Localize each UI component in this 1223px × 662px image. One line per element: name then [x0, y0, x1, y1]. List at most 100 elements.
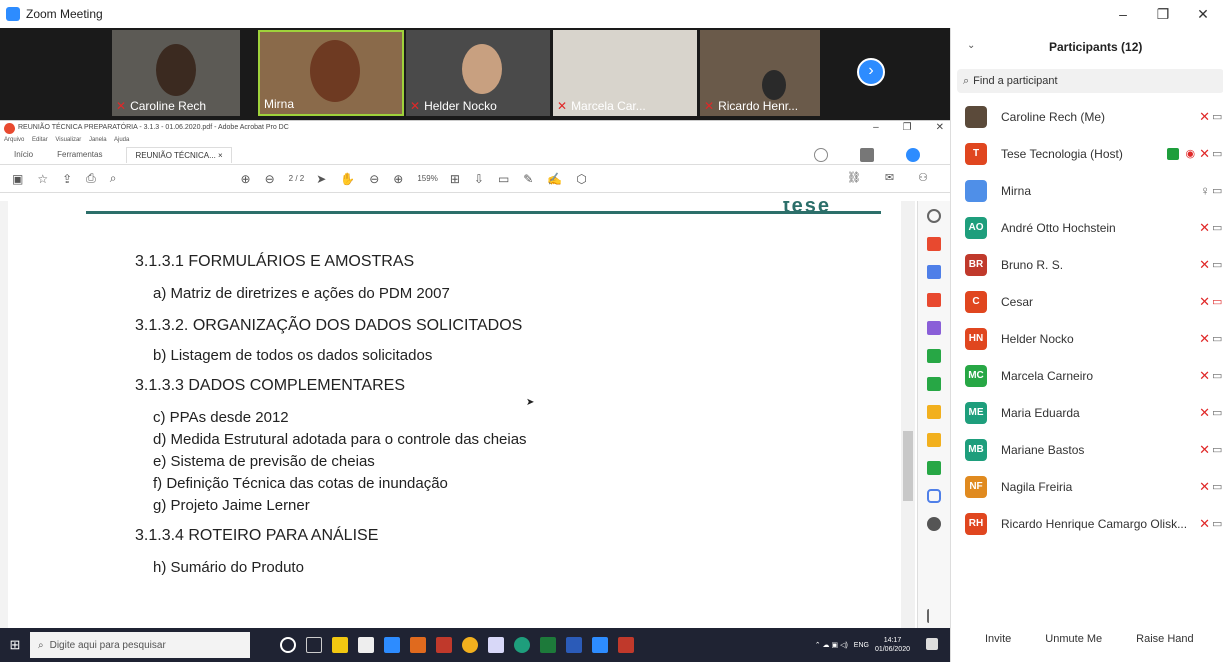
- fill-sign-icon[interactable]: [927, 321, 941, 335]
- protect-icon[interactable]: [927, 489, 941, 503]
- combine-files-icon[interactable]: [927, 405, 941, 419]
- zoom-out-icon[interactable]: ⊖: [369, 172, 379, 186]
- participant-row[interactable]: ME Maria Eduarda ✕ ▭: [965, 394, 1223, 431]
- menu-janela[interactable]: Janela: [89, 137, 107, 143]
- acrobat-close-icon[interactable]: ✕: [936, 122, 944, 133]
- page-indicator[interactable]: 2 / 2: [289, 174, 305, 183]
- create-pdf-icon[interactable]: [927, 237, 941, 251]
- more-tools-icon[interactable]: [927, 517, 941, 531]
- scrollbar-thumb[interactable]: [903, 431, 913, 501]
- invite-button[interactable]: Invite: [985, 633, 1011, 645]
- raise-hand-button[interactable]: Raise Hand: [1136, 633, 1193, 645]
- left-panel-handle[interactable]: [0, 201, 8, 629]
- video-tile[interactable]: ✕ Ricardo Henr...: [700, 30, 820, 116]
- close-button[interactable]: ✕: [1183, 0, 1223, 28]
- task-view-icon[interactable]: [306, 637, 322, 653]
- next-page-button[interactable]: ›: [857, 58, 885, 86]
- edit-pdf-icon[interactable]: [927, 293, 941, 307]
- expand-panel-icon[interactable]: [927, 609, 941, 623]
- menu-editar[interactable]: Editar: [32, 137, 48, 143]
- video-tile-active-speaker[interactable]: Mirna: [258, 30, 404, 116]
- zoom-tool-icon[interactable]: [927, 209, 941, 223]
- participant-row[interactable]: Mirna ♀ ▭: [965, 172, 1223, 209]
- zoom-taskbar-icon[interactable]: [592, 637, 608, 653]
- language-indicator[interactable]: ENG: [854, 642, 869, 649]
- windows-start-icon[interactable]: ⊞: [0, 637, 30, 653]
- app-icon[interactable]: [410, 637, 426, 653]
- hand-tool-icon[interactable]: ✋: [340, 172, 355, 186]
- pen-icon[interactable]: ✎: [523, 172, 533, 186]
- edge-icon[interactable]: [384, 637, 400, 653]
- app-icon[interactable]: [488, 637, 504, 653]
- acrobat-maximize-icon[interactable]: ❐: [903, 122, 912, 133]
- avatar: RH: [965, 512, 987, 535]
- participant-row[interactable]: AO André Otto Hochstein ✕ ▭: [965, 209, 1223, 246]
- zoom-level[interactable]: 159%: [417, 174, 437, 183]
- share-link-icon[interactable]: ⛓: [847, 171, 861, 184]
- export-pdf-icon[interactable]: [927, 265, 941, 279]
- participant-search-input[interactable]: ⌕ Find a participant: [957, 69, 1223, 93]
- fit-page-icon[interactable]: ⊞: [450, 172, 460, 186]
- clock[interactable]: 14:17 01/06/2020: [875, 636, 910, 654]
- select-tool-icon[interactable]: ➤: [316, 172, 326, 186]
- minimize-button[interactable]: –: [1103, 0, 1143, 28]
- participant-row[interactable]: C Cesar ✕ ▭: [965, 283, 1223, 320]
- menu-visualizar[interactable]: Visualizar: [55, 137, 81, 143]
- comment-tool-icon[interactable]: [927, 433, 941, 447]
- video-tile[interactable]: ✕ Marcela Car...: [553, 30, 697, 116]
- file-explorer-icon[interactable]: [332, 637, 348, 653]
- tray-icons[interactable]: ⌃ ☁ ▣ ◁): [815, 641, 848, 649]
- page-up-icon[interactable]: ⊕: [241, 172, 251, 186]
- menu-ajuda[interactable]: Ajuda: [114, 137, 129, 143]
- bookmark-icon[interactable]: ☆: [37, 172, 48, 186]
- tab-home[interactable]: Início: [14, 150, 33, 159]
- account-icon[interactable]: [906, 148, 920, 162]
- document-scrollbar[interactable]: [901, 201, 915, 629]
- comment-icon[interactable]: ▭: [498, 172, 509, 186]
- participant-row[interactable]: Caroline Rech (Me) ✕ ▭: [965, 98, 1223, 135]
- unmute-me-button[interactable]: Unmute Me: [1045, 633, 1102, 645]
- zoom-in-icon[interactable]: ⊕: [393, 172, 403, 186]
- word-icon[interactable]: [566, 637, 582, 653]
- scroll-mode-icon[interactable]: ⇩: [474, 172, 484, 186]
- excel-icon[interactable]: [540, 637, 556, 653]
- organize-pages-icon[interactable]: [927, 349, 941, 363]
- cortana-icon[interactable]: [280, 637, 296, 653]
- upload-icon[interactable]: ⇪: [62, 172, 72, 186]
- save-icon[interactable]: ▣: [12, 172, 23, 186]
- notification-icon[interactable]: [926, 638, 938, 650]
- participant-row[interactable]: T Tese Tecnologia (Host) ◉ ✕ ▭: [965, 135, 1223, 172]
- add-user-icon[interactable]: ⚇: [918, 171, 928, 184]
- participant-row[interactable]: MB Mariane Bastos ✕ ▭: [965, 431, 1223, 468]
- bell-icon[interactable]: [860, 148, 874, 162]
- participant-row[interactable]: RH Ricardo Henrique Camargo Olisk... ✕ ▭: [965, 505, 1223, 542]
- enhance-scans-icon[interactable]: [927, 377, 941, 391]
- search-icon[interactable]: ⌕: [110, 171, 117, 186]
- video-tile[interactable]: ✕ Caroline Rech: [112, 30, 240, 116]
- video-tile[interactable]: ✕ Helder Nocko: [406, 30, 550, 116]
- menu-arquivo[interactable]: Arquivo: [4, 137, 24, 143]
- acrobat-taskbar-icon[interactable]: [618, 637, 634, 653]
- acrobat-minimize-icon[interactable]: –: [873, 122, 879, 133]
- participant-row[interactable]: MC Marcela Carneiro ✕ ▭: [965, 357, 1223, 394]
- video-off-icon: ▭: [1212, 185, 1223, 197]
- maximize-button[interactable]: ❐: [1143, 0, 1183, 28]
- help-icon[interactable]: [814, 148, 828, 162]
- taskbar-search[interactable]: ⌕ Digite aqui para pesquisar: [30, 632, 250, 658]
- sign-icon[interactable]: ✍: [547, 172, 562, 186]
- tab-tools[interactable]: Ferramentas: [57, 150, 102, 159]
- app-icon[interactable]: [514, 637, 530, 653]
- print-production-icon[interactable]: [927, 461, 941, 475]
- store-icon[interactable]: [358, 637, 374, 653]
- page-down-icon[interactable]: ⊖: [265, 172, 275, 186]
- participant-row[interactable]: BR Bruno R. S. ✕ ▭: [965, 246, 1223, 283]
- app-icon[interactable]: [436, 637, 452, 653]
- print-icon[interactable]: ⎙: [86, 171, 96, 186]
- chrome-icon[interactable]: [462, 637, 478, 653]
- chevron-down-icon[interactable]: ⌄: [967, 40, 975, 51]
- participant-row[interactable]: HN Helder Nocko ✕ ▭: [965, 320, 1223, 357]
- tab-document[interactable]: REUNIÃO TÉCNICA... ×: [126, 146, 232, 163]
- participant-row[interactable]: NF Nagila Freiria ✕ ▭: [965, 468, 1223, 505]
- email-icon[interactable]: ✉: [885, 171, 894, 184]
- stamp-icon[interactable]: ⬡: [576, 172, 586, 186]
